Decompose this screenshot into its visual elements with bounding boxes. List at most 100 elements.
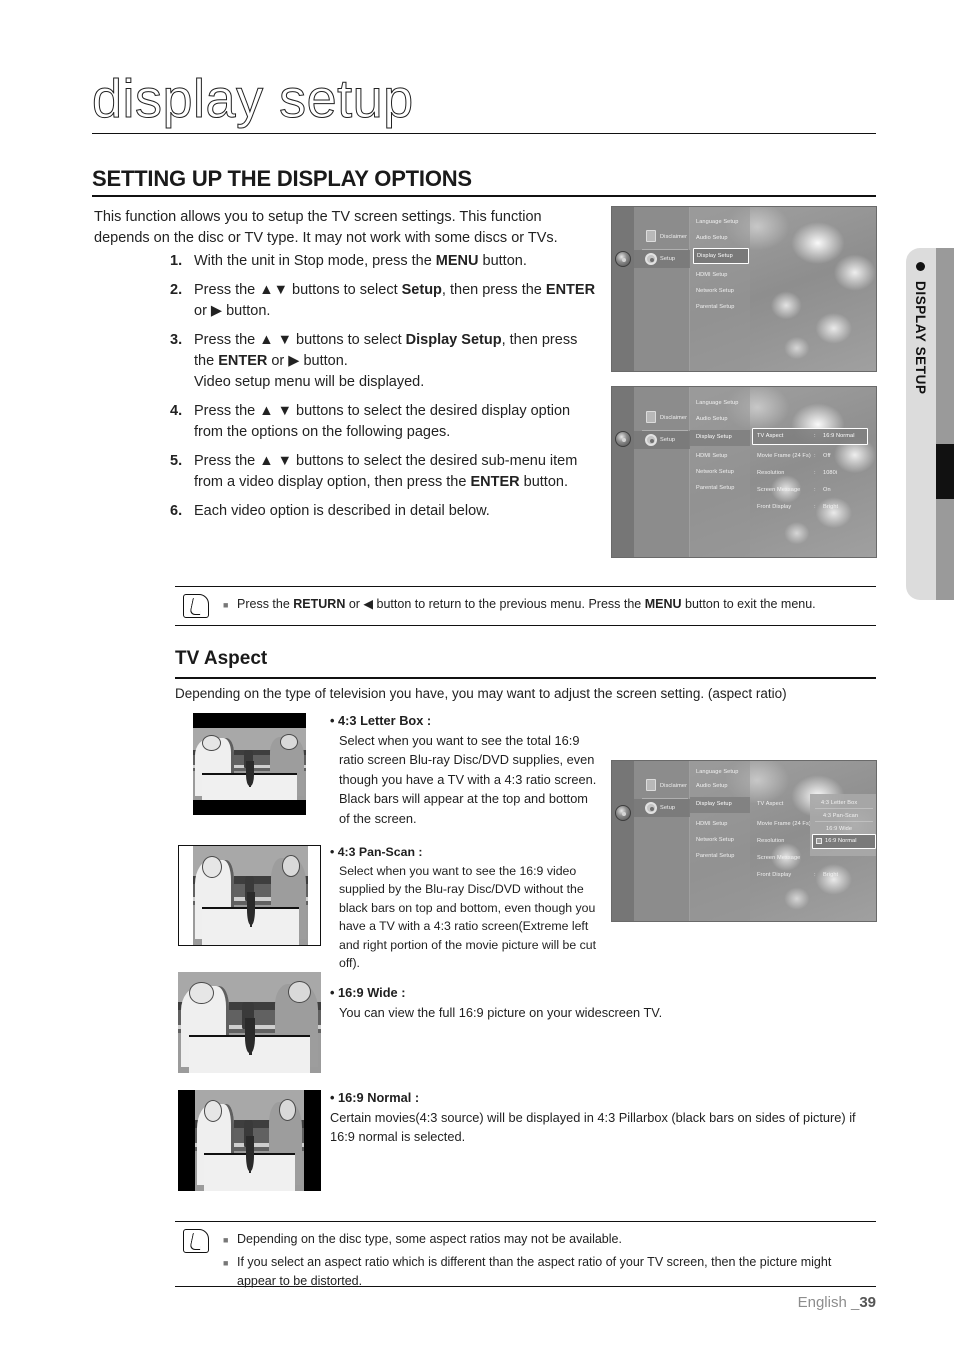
submenu-item-parental-setup[interactable]: Parental Setup	[696, 485, 734, 491]
submenu-item-hdmi-setup[interactable]: HDMI Setup	[696, 453, 727, 459]
tv-left-rail	[612, 207, 634, 371]
bullet-dot-icon	[916, 262, 926, 271]
step-item: 4. Press the ▲ ▼ buttons to select the de…	[170, 401, 600, 443]
footer-page-number: 39	[859, 1294, 876, 1311]
menu-item-setup[interactable]: Setup	[660, 256, 675, 262]
step-number: 1.	[170, 253, 183, 269]
option-value-movie-frame[interactable]: Off	[823, 453, 831, 459]
dropdown-option-16-9-wide[interactable]: 16:9 Wide	[826, 826, 852, 832]
submenu-item-network-setup[interactable]: Network Setup	[696, 837, 734, 843]
option-sep-front-display: :	[814, 504, 816, 510]
step-text: Press the ▲ ▼ buttons to select the desi…	[194, 403, 571, 440]
option-label-front-display[interactable]: Front Display	[757, 872, 791, 878]
option-desc-body: Select when you want to see the total 16…	[339, 732, 597, 826]
menu-item-disclaimer[interactable]: Disclaimer	[660, 234, 687, 240]
dropdown-divider	[815, 821, 873, 822]
step-text: Press the ▲▼ buttons to select Setup, th…	[194, 282, 596, 319]
page-title: display setup	[92, 69, 414, 129]
step-item: 1. With the unit in Stop mode, press the …	[170, 251, 600, 272]
menu-item-disclaimer[interactable]: Disclaimer	[660, 783, 687, 789]
option-value-front-display[interactable]: Bright	[823, 504, 838, 510]
submenu-item-hdmi-setup[interactable]: HDMI Setup	[696, 272, 727, 278]
submenu-item-language-setup[interactable]: Language Setup	[696, 769, 738, 775]
disclaimer-icon	[646, 779, 656, 791]
submenu-item-hdmi-setup[interactable]: HDMI Setup	[696, 821, 727, 827]
submenu-item-parental-setup[interactable]: Parental Setup	[696, 304, 734, 310]
step-item: 5. Press the ▲ ▼ buttons to select the de…	[170, 451, 600, 493]
step-number: 3.	[170, 332, 183, 348]
option-label-movie-frame[interactable]: Movie Frame (24 Fs)	[757, 453, 811, 459]
submenu-item-language-setup[interactable]: Language Setup	[696, 219, 738, 225]
side-index-bar-active	[936, 444, 954, 499]
submenu-item-audio-setup[interactable]: Audio Setup	[696, 783, 728, 789]
tv-left-rail	[612, 387, 634, 557]
disc-logo-icon	[615, 251, 631, 267]
menu-item-setup[interactable]: Setup	[660, 805, 675, 811]
step-item: 2. Press the ▲▼ buttons to select Setup, …	[170, 280, 600, 322]
option-label-screen-message[interactable]: Screen Message	[757, 855, 800, 861]
dropdown-option-4-3-pan-scan[interactable]: 4:3 Pan-Scan	[823, 813, 858, 819]
footer-language: English _	[797, 1294, 860, 1311]
option-value-front-display[interactable]: Bright	[823, 872, 838, 878]
scene	[178, 972, 321, 1073]
disc-logo-icon	[615, 431, 631, 447]
submenu-item-language-setup[interactable]: Language Setup	[696, 400, 738, 406]
note-top-lines: ■ Press the RETURN or ◀ button to return …	[223, 595, 872, 618]
menu-item-disclaimer[interactable]: Disclaimer	[660, 415, 687, 421]
submenu-item-parental-setup[interactable]: Parental Setup	[696, 853, 734, 859]
submenu-item-network-setup[interactable]: Network Setup	[696, 288, 734, 294]
option-desc-4-3-pan-scan: • 4:3 Pan-Scan : Select when you want to…	[330, 843, 600, 973]
option-label-screen-message[interactable]: Screen Message	[757, 487, 800, 493]
note-bottom-lines: ■ Depending on the disc type, some aspect…	[223, 1230, 872, 1293]
note-bullet-icon: ■	[223, 600, 229, 610]
option-label-tv-aspect[interactable]: TV Aspect	[757, 801, 783, 807]
submenu-item-network-setup[interactable]: Network Setup	[696, 469, 734, 475]
option-sep-tv-aspect: :	[814, 433, 816, 439]
dropdown-option-4-3-letter-box[interactable]: 4:3 Letter Box	[821, 800, 857, 806]
option-sep-screen-message: :	[814, 487, 816, 493]
option-label-movie-frame[interactable]: Movie Frame (24 Fs)	[757, 821, 811, 827]
gear-icon	[645, 253, 657, 265]
option-label-resolution[interactable]: Resolution	[757, 470, 784, 476]
submenu-item-display-setup[interactable]: Display Setup	[696, 801, 732, 807]
option-label-tv-aspect[interactable]: TV Aspect	[757, 433, 783, 439]
option-desc-4-3-letter-box: • 4:3 Letter Box : Select when you want …	[330, 711, 600, 828]
illustration-16-9-wide	[178, 972, 321, 1073]
side-tab-label-wrap: DISPLAY SETUP	[906, 248, 936, 600]
gear-icon	[645, 802, 657, 814]
option-label-front-display[interactable]: Front Display	[757, 504, 791, 510]
step-text: With the unit in Stop mode, press the ME…	[194, 253, 527, 269]
option-desc-body: Select when you want to see the 16:9 vid…	[339, 863, 597, 971]
submenu-item-display-setup[interactable]: Display Setup	[697, 253, 733, 259]
step-text: Press the ▲ ▼ buttons to select the desi…	[194, 453, 578, 490]
option-value-resolution[interactable]: 1080i	[823, 470, 837, 476]
option-value-tv-aspect[interactable]: 16:9 Normal	[823, 433, 855, 439]
subsection-heading-tv-aspect: TV Aspect	[175, 648, 268, 669]
menu-item-setup[interactable]: Setup	[660, 437, 675, 443]
submenu-item-display-setup[interactable]: Display Setup	[696, 434, 732, 440]
option-desc-16-9-wide: • 16:9 Wide : You can view the full 16:9…	[330, 983, 870, 1022]
option-desc-body: Certain movies(4:3 source) will be displ…	[330, 1109, 856, 1145]
title-divider	[92, 133, 876, 134]
step-number: 6.	[170, 503, 183, 519]
note-text: If you select an aspect ratio which is d…	[237, 1255, 832, 1288]
section-divider	[92, 195, 876, 197]
option-desc-label: • 16:9 Wide :	[330, 985, 406, 1000]
step-number: 5.	[170, 453, 183, 469]
menu-screenshot-1: Disclaimer Setup Language Setup Audio Se…	[611, 206, 877, 372]
note-text: Press the RETURN or ◀ button to return t…	[237, 597, 816, 611]
illustration-4-3-pan-scan	[178, 845, 321, 946]
submenu-item-audio-setup[interactable]: Audio Setup	[696, 416, 728, 422]
option-value-screen-message[interactable]: On	[823, 487, 831, 493]
dropdown-option-16-9-normal[interactable]: 16:9 Normal	[825, 838, 857, 844]
step-number: 2.	[170, 282, 183, 298]
steps-list: 1. With the unit in Stop mode, press the …	[170, 251, 600, 530]
dropdown-checkbox-icon	[816, 838, 822, 844]
gear-icon	[645, 434, 657, 446]
option-label-resolution[interactable]: Resolution	[757, 838, 784, 844]
note-box-top: ■ Press the RETURN or ◀ button to return …	[175, 586, 876, 626]
tv-left-rail	[612, 761, 634, 921]
submenu-item-audio-setup[interactable]: Audio Setup	[696, 235, 728, 241]
note-line: ■ Press the RETURN or ◀ button to return …	[223, 595, 872, 616]
step-text: Each video option is described in detail…	[194, 503, 490, 519]
